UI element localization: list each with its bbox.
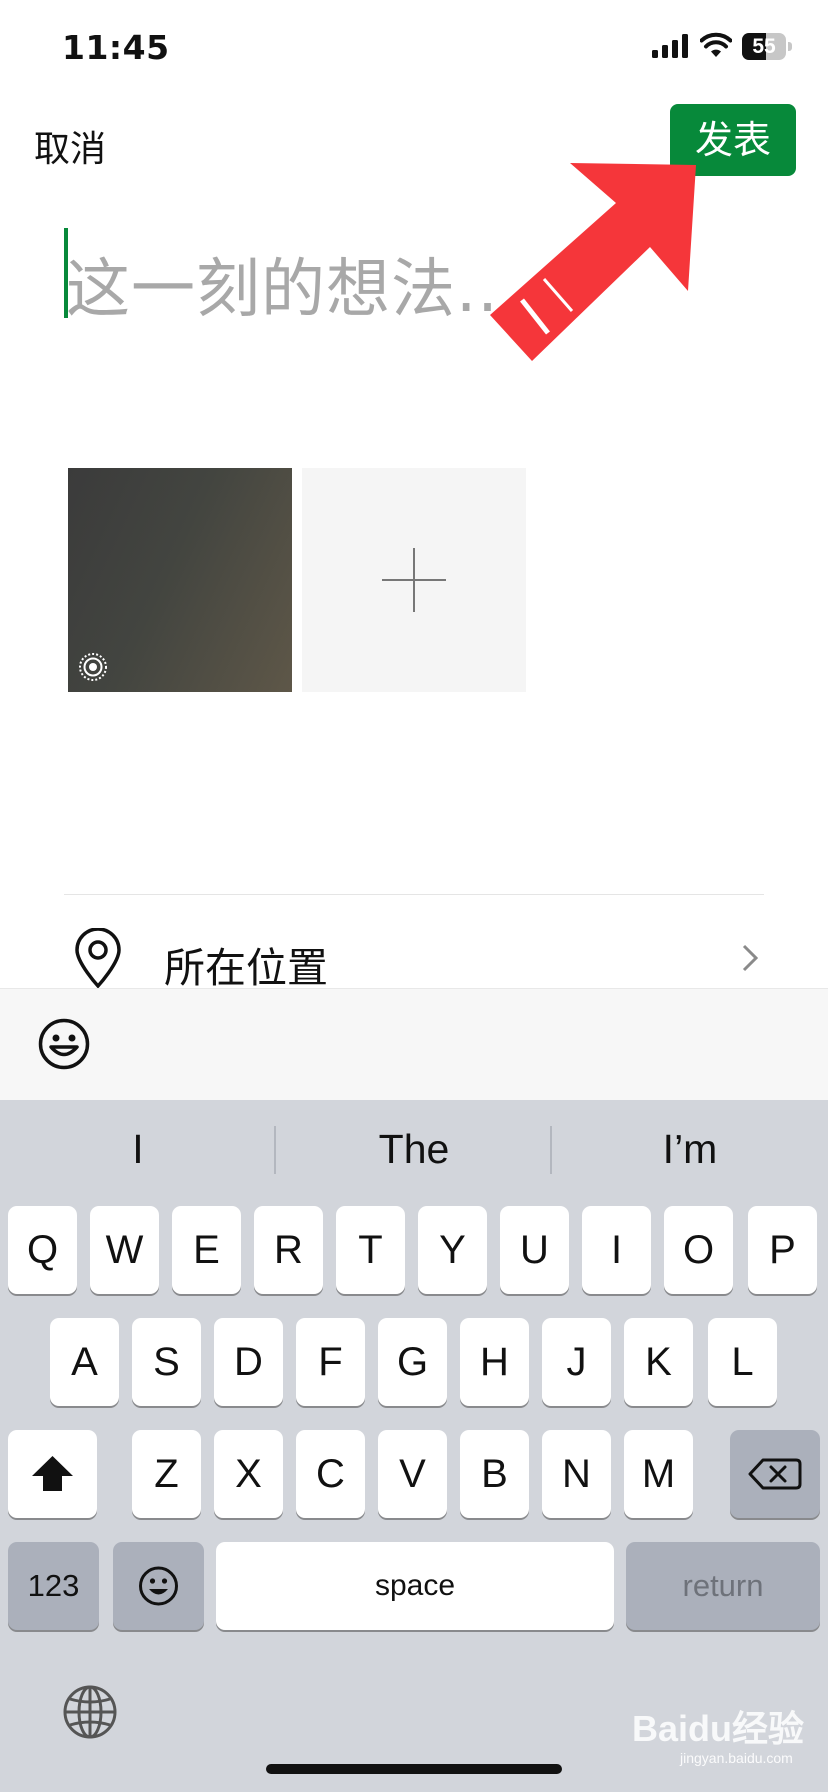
delete-key[interactable] bbox=[730, 1430, 820, 1518]
battery-percent: 55 bbox=[752, 35, 776, 58]
input-toolbar bbox=[0, 988, 828, 1101]
key-j[interactable]: J bbox=[542, 1318, 611, 1406]
key-d[interactable]: D bbox=[214, 1318, 283, 1406]
key-w[interactable]: W bbox=[90, 1206, 159, 1294]
key-x[interactable]: X bbox=[214, 1430, 283, 1518]
signal-icon bbox=[652, 34, 690, 62]
space-key[interactable]: space bbox=[216, 1542, 614, 1630]
globe-icon[interactable] bbox=[62, 1684, 118, 1744]
emoji-key[interactable] bbox=[113, 1542, 204, 1630]
key-n[interactable]: N bbox=[542, 1430, 611, 1518]
return-key[interactable]: return bbox=[626, 1542, 820, 1630]
key-f[interactable]: F bbox=[296, 1318, 365, 1406]
annotation-arrow bbox=[480, 155, 706, 375]
suggestion-3[interactable]: I’m bbox=[552, 1126, 828, 1173]
key-b[interactable]: B bbox=[460, 1430, 529, 1518]
key-l[interactable]: L bbox=[708, 1318, 777, 1406]
emoji-icon[interactable] bbox=[38, 1018, 90, 1074]
key-z[interactable]: Z bbox=[132, 1430, 201, 1518]
key-i[interactable]: I bbox=[582, 1206, 651, 1294]
location-row[interactable]: 所在位置 bbox=[164, 934, 328, 994]
key-y[interactable]: Y bbox=[418, 1206, 487, 1294]
key-t[interactable]: T bbox=[336, 1206, 405, 1294]
plus-icon-vertical bbox=[413, 548, 415, 612]
key-p[interactable]: P bbox=[748, 1206, 817, 1294]
key-g[interactable]: G bbox=[378, 1318, 447, 1406]
key-a[interactable]: A bbox=[50, 1318, 119, 1406]
key-q[interactable]: Q bbox=[8, 1206, 77, 1294]
suggestion-2[interactable]: The bbox=[276, 1126, 552, 1173]
numbers-key[interactable]: 123 bbox=[8, 1542, 99, 1630]
key-e[interactable]: E bbox=[172, 1206, 241, 1294]
post-text-input[interactable]: 这一刻的想法... bbox=[66, 238, 520, 330]
key-u[interactable]: U bbox=[500, 1206, 569, 1294]
cancel-button[interactable]: 取消 bbox=[34, 120, 106, 172]
shift-icon bbox=[32, 1456, 73, 1491]
delete-icon bbox=[748, 1458, 802, 1490]
chevron-right-icon bbox=[742, 944, 759, 976]
suggestion-1[interactable]: I bbox=[0, 1126, 276, 1173]
divider bbox=[64, 894, 764, 895]
emoji-icon bbox=[139, 1566, 178, 1606]
key-v[interactable]: V bbox=[378, 1430, 447, 1518]
key-h[interactable]: H bbox=[460, 1318, 529, 1406]
key-k[interactable]: K bbox=[624, 1318, 693, 1406]
shift-key[interactable] bbox=[8, 1430, 97, 1518]
key-o[interactable]: O bbox=[664, 1206, 733, 1294]
watermark-url: jingyan.baidu.com bbox=[680, 1750, 793, 1766]
battery-icon: 55 bbox=[742, 33, 792, 60]
key-c[interactable]: C bbox=[296, 1430, 365, 1518]
home-indicator bbox=[266, 1764, 562, 1774]
key-s[interactable]: S bbox=[132, 1318, 201, 1406]
watermark: Baidu经验 bbox=[632, 1708, 805, 1749]
location-pin-icon bbox=[72, 927, 124, 994]
live-photo-icon bbox=[78, 652, 108, 686]
wifi-icon bbox=[699, 32, 733, 62]
status-time: 11:45 bbox=[62, 28, 170, 67]
key-r[interactable]: R bbox=[254, 1206, 323, 1294]
key-m[interactable]: M bbox=[624, 1430, 693, 1518]
